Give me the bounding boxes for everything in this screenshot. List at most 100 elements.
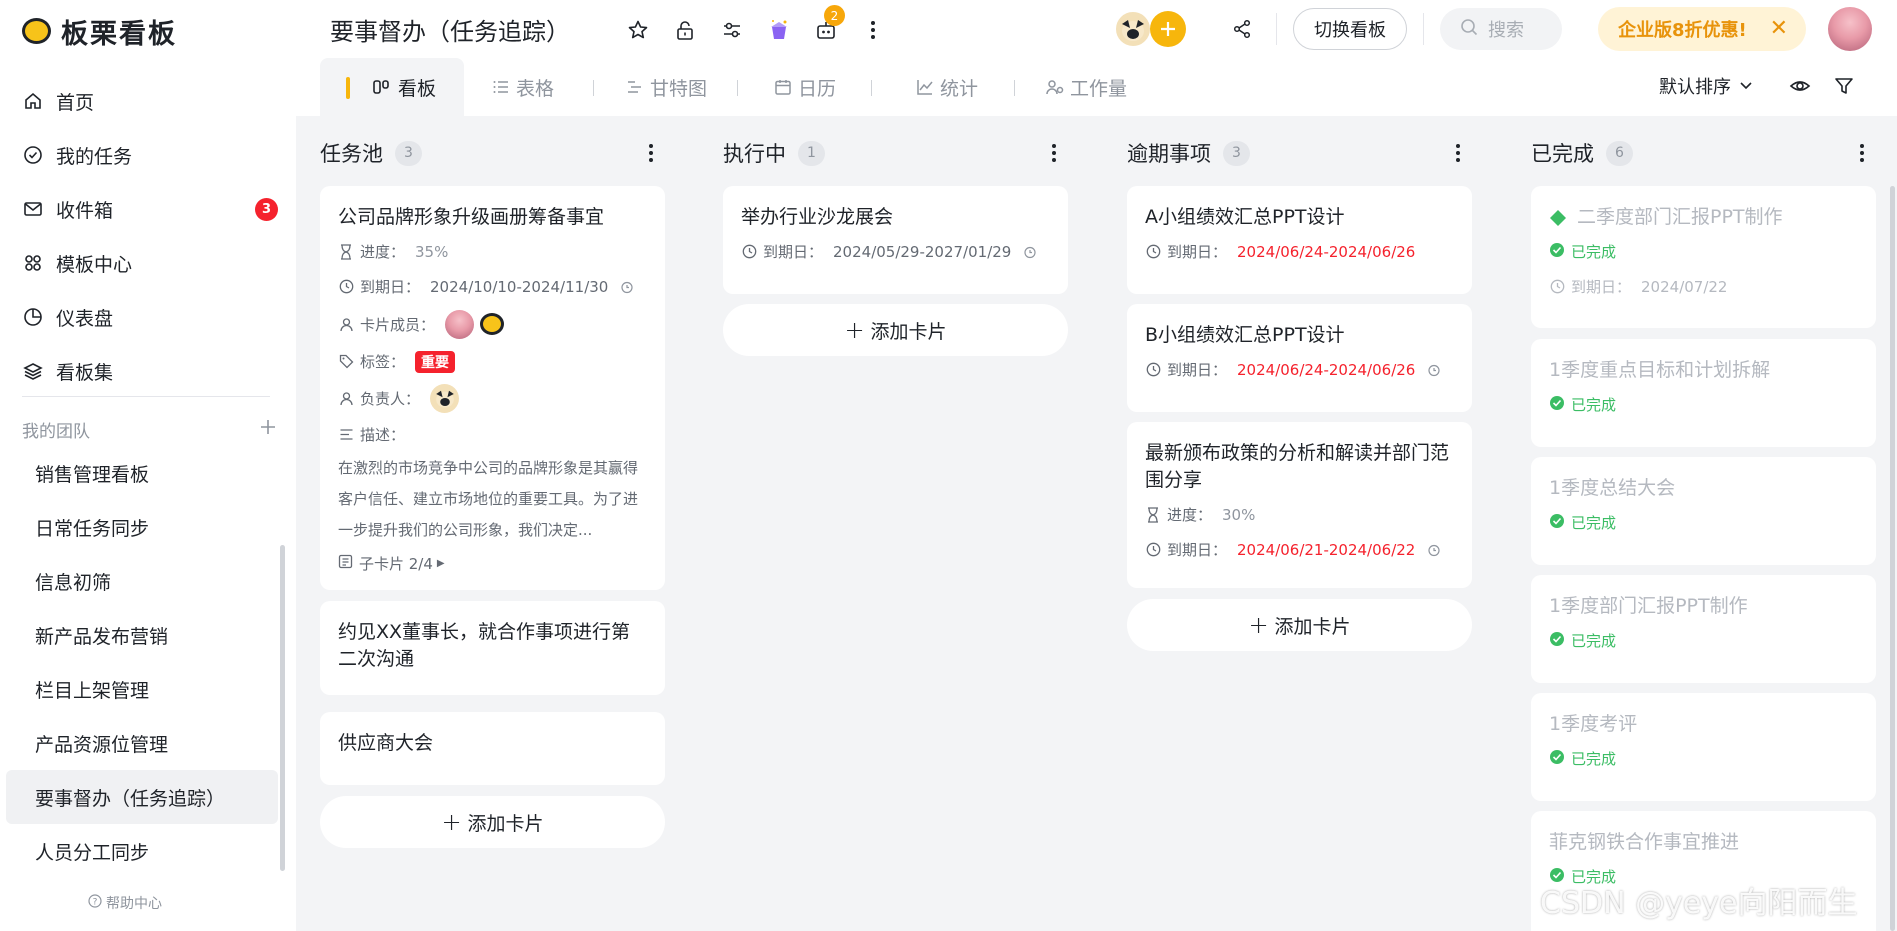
hourglass-icon	[338, 243, 354, 260]
team-board-item[interactable]: 日常任务同步	[6, 500, 278, 554]
team-board-item[interactable]: 产品资源位管理	[6, 716, 278, 770]
nav-item-label: 收件箱	[56, 199, 114, 222]
tab-label: 统计	[940, 77, 979, 100]
task-card[interactable]: A小组绩效汇总PPT设计 到期日： 2024/06/24-2024/06/26	[1127, 186, 1472, 294]
team-board-item-active[interactable]: 要事督办（任务追踪）	[6, 770, 278, 824]
nav-item-dashboard[interactable]: 仪表盘	[14, 290, 284, 344]
robot-badge: 2	[824, 5, 845, 26]
add-team-icon[interactable]	[259, 418, 277, 441]
app-logo[interactable]: 板栗看板	[22, 14, 177, 50]
task-card[interactable]: 举办行业沙龙展会 到期日： 2024/05/29-2027/01/29	[723, 186, 1068, 294]
magic-hat-icon[interactable]	[755, 14, 802, 46]
share-icon[interactable]	[1224, 11, 1260, 47]
alarm-icon[interactable]	[1023, 245, 1037, 259]
inbox-count-badge: 3	[255, 198, 278, 221]
home-icon	[22, 90, 44, 112]
tags-label: 标签：	[360, 353, 406, 371]
sidebar: 板栗看板 首页 我的任务 收件箱 3 模板中心 仪表盘 看板集 我的团队 销售管…	[0, 0, 296, 931]
task-card[interactable]: B小组绩效汇总PPT设计 到期日： 2024/06/24-2024/06/26	[1127, 304, 1472, 412]
tab-kanban[interactable]: 看板	[320, 58, 465, 116]
plus-icon: +	[844, 316, 865, 344]
sort-dropdown[interactable]: 默认排序	[1659, 73, 1753, 99]
nav-item-label: 仪表盘	[56, 307, 114, 330]
owner-avatar[interactable]	[430, 383, 460, 413]
add-member-button[interactable]	[1150, 11, 1186, 47]
task-card[interactable]: 1季度总结大会 已完成	[1531, 457, 1876, 565]
due-value: 2024/10/10-2024/11/30	[430, 277, 609, 296]
task-card[interactable]: 1季度部门汇报PPT制作 已完成	[1531, 575, 1876, 683]
done-status: 已完成	[1571, 396, 1617, 414]
nav-item-home[interactable]: 首页	[14, 74, 284, 128]
more-vertical-icon[interactable]	[849, 14, 896, 46]
board-title: 要事督办（任务追踪）	[330, 18, 570, 46]
task-card[interactable]: 最新颁布政策的分析和解读并部门范围分享 进度： 30% 到期日： 2024/06…	[1127, 422, 1472, 588]
column-menu-icon[interactable]	[1850, 141, 1874, 165]
task-card[interactable]: 约见XX董事长，就合作事项进行第二次沟通	[320, 601, 665, 695]
task-card[interactable]: 供应商大会	[320, 712, 665, 785]
alarm-icon[interactable]	[1427, 363, 1441, 377]
nav-item-my-tasks[interactable]: 我的任务	[14, 128, 284, 182]
nav-item-templates[interactable]: 模板中心	[14, 236, 284, 290]
search-input[interactable]: 搜索	[1440, 8, 1562, 50]
nav-item-label: 看板集	[56, 361, 114, 384]
team-board-item[interactable]: 栏目上架管理	[6, 662, 278, 716]
add-card-button[interactable]: + 添加卡片	[320, 796, 665, 848]
due-label: 到期日：	[1167, 243, 1228, 261]
alarm-icon[interactable]	[1427, 543, 1441, 557]
tab-workload[interactable]: 工作量	[1046, 58, 1127, 116]
member-avatar[interactable]	[445, 309, 475, 339]
card-description: 在激烈的市场竞争中公司的品牌形象是其赢得客户信任、建立市场地位的重要工具。为了进…	[338, 459, 639, 539]
divider	[871, 80, 872, 96]
add-card-button[interactable]: + 添加卡片	[723, 304, 1068, 356]
column-menu-icon[interactable]	[1042, 141, 1066, 165]
settings-sliders-icon[interactable]	[708, 14, 755, 46]
nav-item-board-sets[interactable]: 看板集	[14, 344, 284, 398]
promo-banner[interactable]: 企业版8折优惠! ✕	[1598, 7, 1806, 51]
column-menu-icon[interactable]	[1446, 141, 1470, 165]
tab-table[interactable]: 表格	[492, 58, 554, 116]
due-value-overdue: 2024/06/24-2024/06/26	[1237, 242, 1416, 261]
team-board-list: 销售管理看板 日常任务同步 信息初筛 新产品发布营销 栏目上架管理 产品资源位管…	[6, 446, 278, 878]
switch-board-button[interactable]: 切换看板	[1293, 8, 1407, 50]
task-card[interactable]: 二季度部门汇报PPT制作 已完成 到期日： 2024/07/22	[1531, 186, 1876, 328]
team-heading: 我的团队	[22, 421, 90, 442]
filter-icon[interactable]	[1833, 75, 1855, 101]
star-icon[interactable]	[614, 14, 661, 46]
column-header: 已完成 6	[1507, 116, 1876, 190]
help-center-link[interactable]: ? 帮助中心	[88, 893, 162, 913]
task-card[interactable]: 1季度考评 已完成	[1531, 693, 1876, 801]
tab-calendar[interactable]: 日历	[774, 58, 836, 116]
alarm-icon[interactable]	[620, 280, 634, 294]
user-avatar[interactable]	[1828, 7, 1872, 51]
check-circle-icon	[1549, 513, 1565, 533]
team-board-item[interactable]: 销售管理看板	[6, 446, 278, 500]
column-menu-icon[interactable]	[639, 141, 663, 165]
tab-gantt[interactable]: 甘特图	[626, 58, 707, 116]
lock-icon[interactable]	[661, 14, 708, 46]
hourglass-icon	[1145, 506, 1161, 523]
nav-item-inbox[interactable]: 收件箱 3	[14, 182, 284, 236]
member-avatar[interactable]	[480, 313, 505, 335]
subcards-toggle[interactable]: 子卡片 2/4 ▶	[338, 549, 647, 578]
sidebar-scrollbar[interactable]	[280, 545, 285, 871]
close-icon[interactable]: ✕	[1770, 16, 1788, 41]
card-title: 供应商大会	[338, 732, 434, 754]
team-board-item[interactable]: 人员分工同步	[6, 824, 278, 878]
progress-label: 进度：	[360, 243, 406, 261]
task-card[interactable]: 公司品牌形象升级画册筹备事宜 进度： 35% 到期日： 2024/10/10-2…	[320, 186, 665, 590]
subcards-count: 子卡片 2/4	[359, 555, 433, 573]
pie-chart-icon	[22, 306, 44, 328]
tab-stats[interactable]: 统计	[916, 58, 978, 116]
robot-icon[interactable]: 2	[802, 5, 849, 46]
add-card-button[interactable]: + 添加卡片	[1127, 599, 1472, 651]
eye-icon[interactable]	[1789, 75, 1811, 101]
column-title: 执行中	[723, 142, 786, 166]
team-board-item[interactable]: 信息初筛	[6, 554, 278, 608]
card-title: 约见XX董事长，就合作事项进行第二次沟通	[338, 621, 631, 670]
task-card[interactable]: 1季度重点目标和计划拆解 已完成	[1531, 339, 1876, 447]
member-avatar[interactable]	[1114, 10, 1152, 48]
subcard-icon	[338, 554, 353, 573]
column-scrollbar[interactable]	[1890, 186, 1895, 931]
check-circle-icon	[1549, 749, 1565, 769]
team-board-item[interactable]: 新产品发布营销	[6, 608, 278, 662]
